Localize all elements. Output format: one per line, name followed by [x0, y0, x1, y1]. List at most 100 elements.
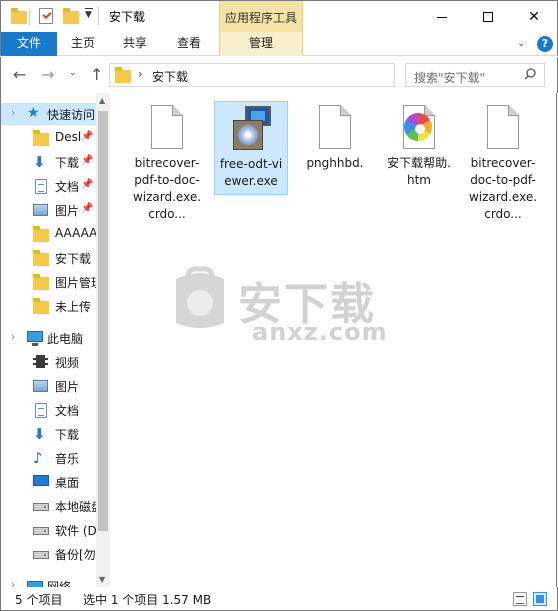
tree-label: 桌面 — [55, 476, 80, 490]
file-name: 安下载帮助.htm — [387, 156, 451, 187]
tree-label: 下载 — [55, 428, 80, 442]
status-bar: 5 个项目 选中 1 个项目 1.57 MB — [0, 587, 558, 611]
maximize-button[interactable] — [465, 1, 511, 33]
drive-icon — [33, 523, 49, 537]
tree-item-not-uploaded[interactable]: 未上传 — [1, 295, 97, 317]
tab-share[interactable]: 共享 — [115, 32, 155, 56]
close-icon: ✕ — [528, 9, 540, 25]
folder-icon — [115, 67, 131, 83]
tree-item-picture-manager[interactable]: 图片管理 — [1, 271, 97, 293]
minimize-button[interactable] — [419, 1, 465, 33]
tree-item-pc-pictures[interactable]: 图片 — [1, 375, 97, 397]
tree-label: 图片 — [55, 380, 80, 394]
file-name: bitrecover-doc-to-pdf-wizard.exe.crdo... — [468, 156, 538, 221]
tree-item-backup[interactable]: 备份[勿 — [1, 543, 97, 565]
tree-label: 此电脑 — [47, 332, 84, 346]
search-placeholder: 搜索"安下载" — [414, 71, 486, 85]
folder-icon — [33, 226, 49, 242]
tree-item-documents[interactable]: 文档 📌 — [1, 175, 97, 197]
tree-label: 网络 — [47, 580, 72, 587]
selection-info: 选中 1 个项目 1.57 MB — [83, 593, 212, 607]
tab-manage[interactable]: 管理 — [219, 32, 303, 56]
scroll-down-arrow-icon[interactable]: ▼ — [99, 575, 105, 584]
tree-label: Desl — [55, 130, 82, 144]
tree-label: 本地磁盘 — [55, 500, 97, 514]
tab-view[interactable]: 查看 — [169, 32, 209, 56]
tab-file[interactable]: 文件 — [1, 32, 57, 56]
folder-icon[interactable] — [11, 8, 27, 24]
installer-icon — [227, 106, 275, 154]
music-icon: ♪ — [33, 449, 43, 467]
pin-icon: 📌 — [81, 203, 94, 214]
tree-network[interactable]: › 网络 — [1, 575, 97, 587]
computer-icon — [27, 331, 43, 346]
tree-item-aaaaa[interactable]: AAAAA — [1, 223, 97, 245]
breadcrumb-chevron-icon[interactable]: › — [138, 67, 143, 81]
nav-pane-scrollbar[interactable]: ▲ ▼ — [96, 93, 110, 587]
file-item[interactable]: bitrecover-doc-to-pdf-wizard.exe.crdo... — [466, 101, 540, 227]
tree-item-desktop-pc[interactable]: 桌面 — [1, 471, 97, 493]
watermark-subtext: anxz.com — [252, 318, 388, 346]
tree-item-local-disk[interactable]: 本地磁盘 — [1, 495, 97, 517]
quick-access-dropdown-icon[interactable]: ▼ — [85, 8, 93, 20]
file-item-selected[interactable]: free-odt-viewer.exe — [214, 101, 288, 195]
scrollbar-thumb[interactable] — [98, 111, 108, 531]
forward-arrow-icon[interactable]: → — [41, 65, 54, 84]
file-item[interactable]: pnghhbd. — [298, 101, 372, 176]
ribbon-expand-chevron-icon[interactable]: ⌄ — [517, 38, 525, 49]
tree-item-pc-downloads[interactable]: ⬇ 下载 — [1, 423, 97, 445]
network-icon — [27, 579, 43, 587]
tree-item-videos[interactable]: 视频 — [1, 351, 97, 373]
tree-item-pc-documents[interactable]: 文档 — [1, 399, 97, 421]
maximize-icon — [483, 12, 493, 22]
large-icons-view-icon[interactable] — [533, 592, 547, 606]
watermark-shield-icon — [176, 266, 224, 328]
tree-label: 音乐 — [55, 452, 80, 466]
picture-icon — [33, 379, 49, 393]
tree-item-music[interactable]: ♪ 音乐 — [1, 447, 97, 469]
expand-chevron-icon[interactable]: › — [11, 330, 15, 343]
properties-check-icon[interactable] — [39, 8, 53, 24]
item-count: 5 个项目 — [15, 593, 63, 607]
address-box[interactable]: › 安下载 ⌄ ↻ — [109, 63, 494, 87]
breadcrumb[interactable]: 安下载 — [152, 68, 188, 85]
new-folder-icon[interactable] — [63, 8, 79, 24]
scroll-up-arrow-icon[interactable]: ▲ — [99, 96, 105, 105]
quick-access-separator — [29, 9, 30, 25]
search-input[interactable]: 搜索"安下载" — [405, 63, 545, 87]
tree-label: 文档 — [55, 404, 80, 418]
tree-quick-access[interactable]: › ★ 快速访问 — [1, 103, 97, 125]
details-view-icon[interactable] — [513, 592, 527, 606]
file-item[interactable]: 安下载帮助.htm — [382, 101, 456, 193]
minimize-icon — [437, 16, 447, 18]
pin-icon: 📌 — [81, 131, 94, 142]
desktop-icon — [33, 475, 49, 489]
tree-this-pc[interactable]: › 此电脑 — [1, 327, 97, 349]
tree-item-anxiazai[interactable]: 安下载 — [1, 247, 97, 269]
drive-icon — [33, 547, 49, 561]
drive-icon — [33, 499, 49, 513]
up-arrow-icon[interactable]: ↑ — [90, 65, 103, 84]
html-document-icon — [395, 105, 443, 153]
tree-label: 视频 — [55, 356, 80, 370]
tree-item-software-d[interactable]: 软件 (D — [1, 519, 97, 541]
expand-chevron-icon[interactable]: › — [11, 578, 15, 587]
tree-label: 未上传 — [55, 300, 92, 314]
recent-locations-chevron-icon[interactable]: ⌄ — [69, 68, 77, 78]
context-tab-group-label: 应用程序工具 — [219, 1, 303, 33]
tree-item-desktop[interactable]: Desl 📌 — [1, 127, 97, 149]
folder-icon — [33, 274, 49, 290]
folder-icon — [33, 250, 49, 266]
back-arrow-icon[interactable]: ← — [13, 65, 26, 84]
download-arrow-icon: ⬇ — [33, 425, 46, 443]
close-button[interactable]: ✕ — [511, 1, 557, 33]
tree-label: 下载 — [55, 156, 80, 170]
tree-item-pictures[interactable]: 图片 📌 — [1, 199, 97, 221]
tree-item-downloads[interactable]: ⬇ 下载 📌 — [1, 151, 97, 173]
blank-file-icon — [479, 105, 527, 153]
file-item[interactable]: bitrecover-pdf-to-doc-wizard.exe.crdo... — [130, 101, 204, 227]
tab-home[interactable]: 主页 — [63, 32, 103, 56]
ribbon-tabs: 文件 主页 共享 查看 管理 ⌄ ? — [0, 32, 558, 56]
expand-chevron-icon[interactable]: › — [11, 106, 15, 119]
help-icon[interactable]: ? — [537, 36, 553, 52]
